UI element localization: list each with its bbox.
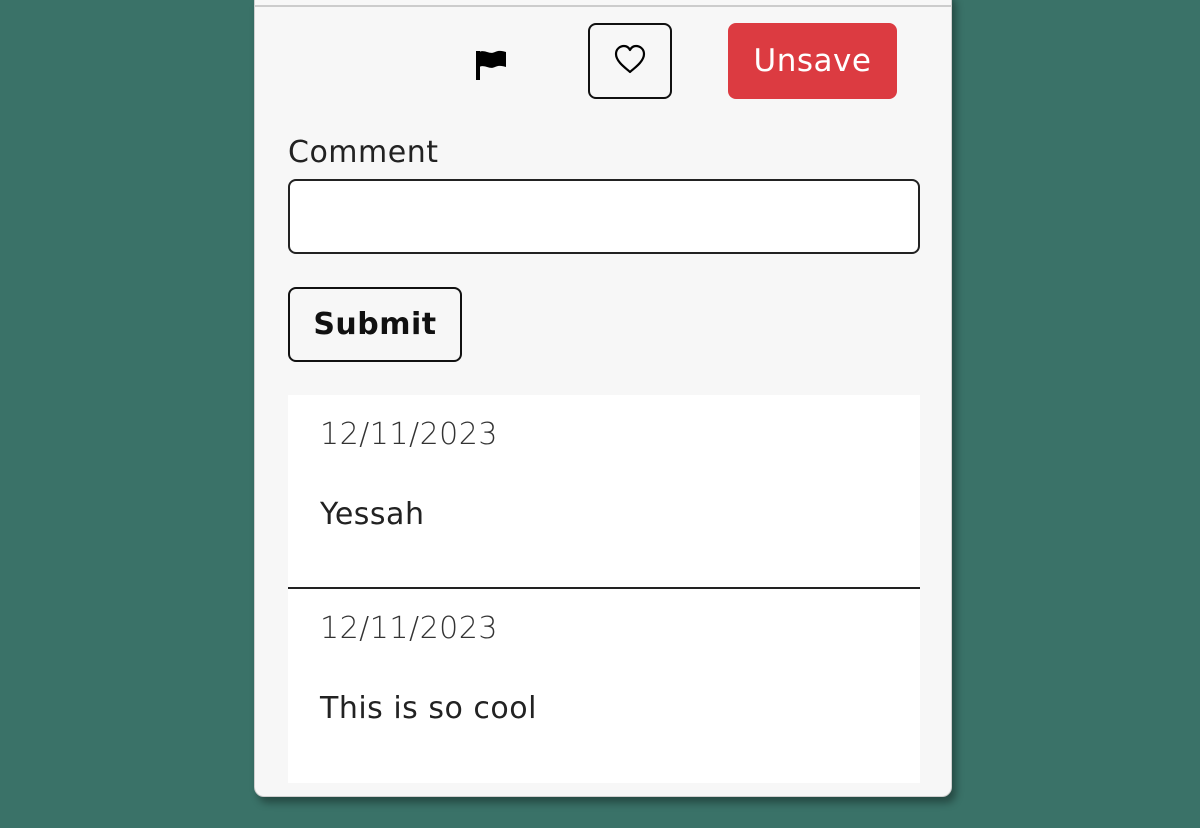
submit-button[interactable]: Submit	[288, 287, 462, 362]
comment-input[interactable]	[288, 179, 920, 254]
report-button[interactable]	[469, 47, 513, 87]
comment-date: 12/11/2023	[320, 611, 498, 646]
comment-text: Yessah	[320, 497, 425, 532]
unsave-button[interactable]: Unsave	[728, 23, 897, 99]
flag-icon	[474, 49, 508, 85]
comment-list: 12/11/2023 Yessah 12/11/2023 This is so …	[288, 395, 920, 783]
card-divider	[255, 5, 951, 7]
comment-text: This is so cool	[320, 691, 537, 726]
comment-item: 12/11/2023 Yessah	[288, 395, 920, 589]
comment-date: 12/11/2023	[320, 417, 498, 452]
like-button[interactable]	[588, 23, 672, 99]
comment-label: Comment	[288, 135, 439, 170]
comment-item: 12/11/2023 This is so cool	[288, 589, 920, 783]
post-card: Unsave Comment Submit 12/11/2023 Yessah …	[254, 0, 952, 797]
heart-icon	[613, 43, 647, 79]
